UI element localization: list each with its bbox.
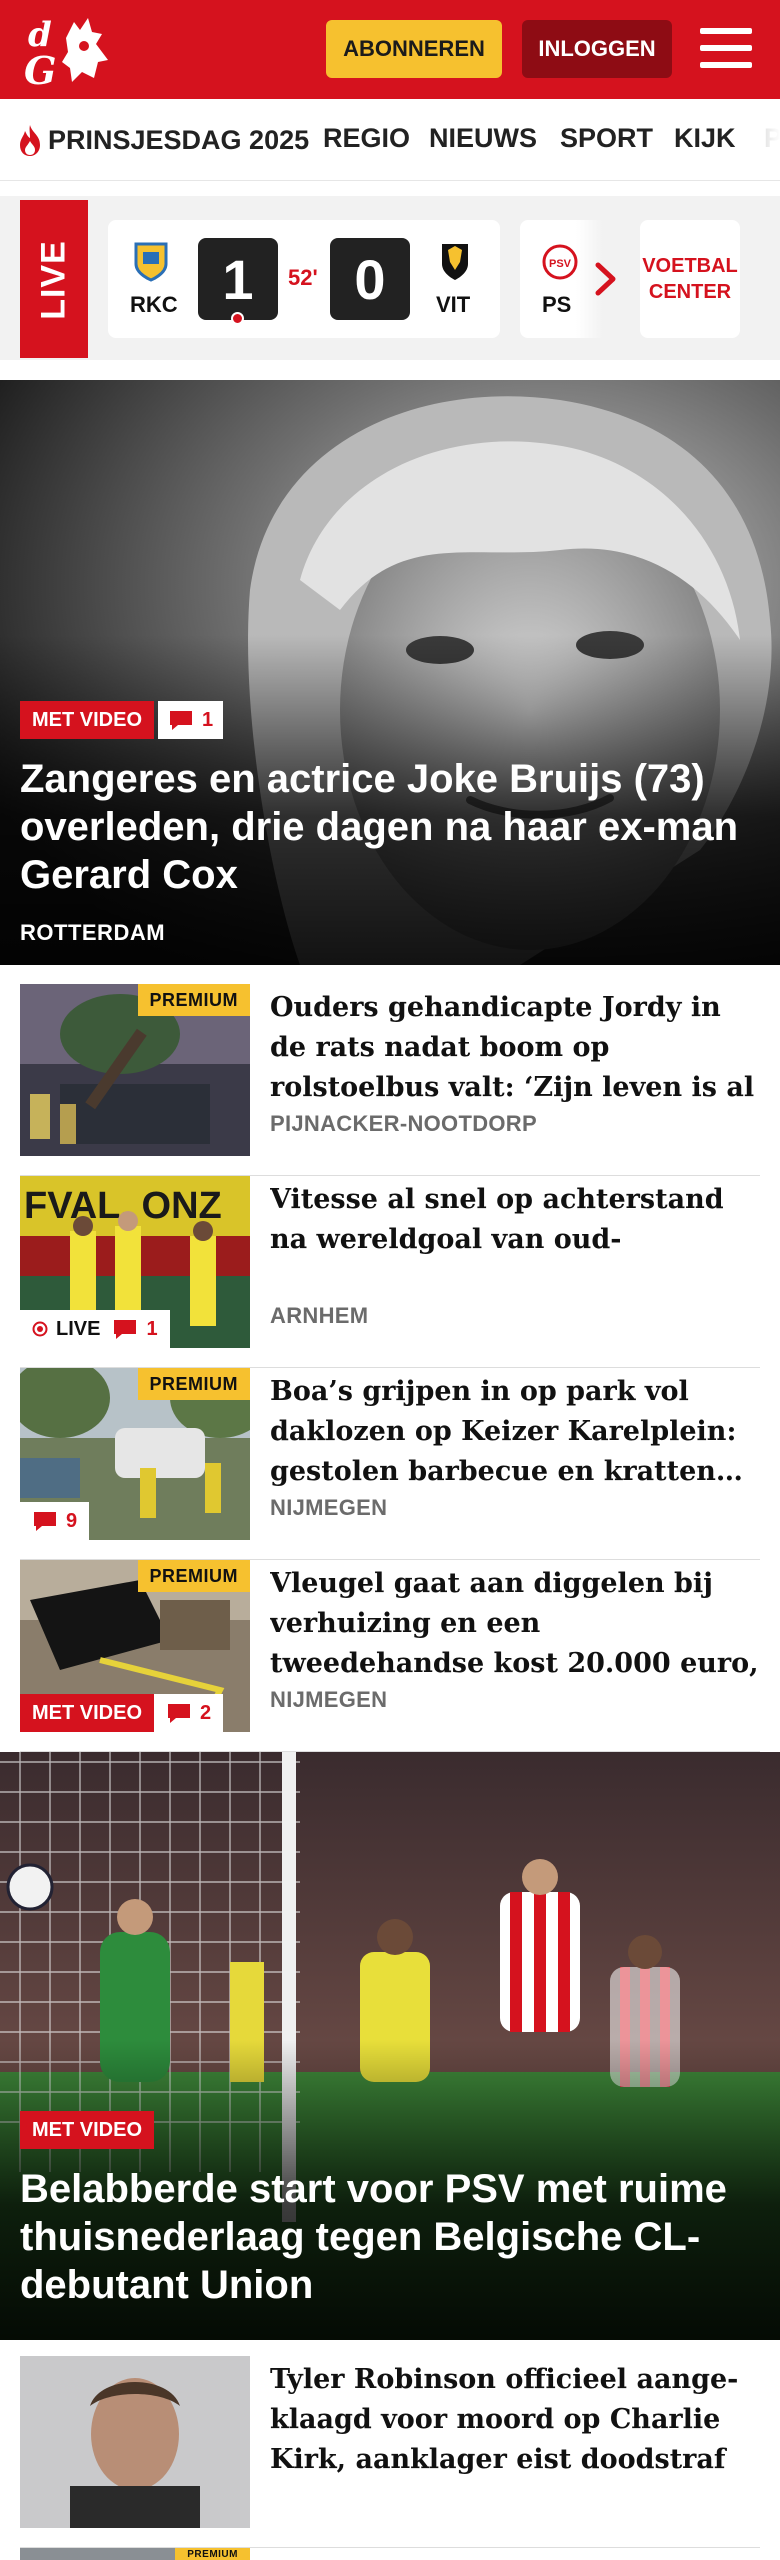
thumb-badges: 9 <box>20 1502 90 1540</box>
comment-count[interactable]: 1 <box>158 701 224 739</box>
nav-item-kijk[interactable]: KIJK <box>674 123 736 154</box>
hamburger-menu-icon[interactable] <box>700 26 752 70</box>
article-location: NIJMEGEN <box>270 1687 388 1712</box>
live-dot-icon <box>231 312 244 325</box>
club-crest-icon <box>442 244 468 280</box>
nav-label: PRINSJESDAG 2025 <box>48 124 310 155</box>
article-headline[interactable]: Vitesse al snel op achterstand na wereld… <box>270 1180 760 1260</box>
video-tag: MET VIDEO <box>20 701 155 739</box>
live-match-card[interactable]: RKC 1 52' 0 VIT <box>108 220 500 338</box>
premium-badge: PREMIUM <box>137 1560 250 1592</box>
article-location: ARNHEM <box>270 1303 369 1328</box>
comment-count-value: 1 <box>202 708 214 731</box>
article-thumbnail <box>20 2356 250 2528</box>
login-button[interactable]: INLOGGEN <box>522 20 672 78</box>
article-item[interactable]: PREMIUM Ouders gehandicapte Jordy in de … <box>20 984 760 1176</box>
premium-badge: PREMIUM <box>137 1368 250 1400</box>
svg-text:G: G <box>24 48 56 88</box>
comment-count-value: 9 <box>66 1509 78 1532</box>
nav-item-prinsjesdag[interactable]: PRINSJESDAG 2025 <box>16 123 309 157</box>
article-item[interactable]: PREMIUM MET VIDEO 2 Vleugel gaat aan dig… <box>20 1560 760 1752</box>
premium-badge: PREMIUM <box>175 2548 250 2560</box>
hero-article-2[interactable]: MET VIDEO Belabberde start voor PSV met … <box>0 1752 780 2340</box>
video-tag: MET VIDEO <box>20 2111 155 2149</box>
comment-count[interactable]: 1 <box>112 1310 170 1348</box>
club-crest-icon <box>134 242 168 282</box>
subscribe-button[interactable]: ABONNEREN <box>326 20 502 78</box>
away-score: 0 <box>330 238 410 320</box>
article-thumbnail: PREMIUM MET VIDEO 2 <box>20 1560 250 1732</box>
match-minute: 52' <box>288 265 318 290</box>
dg-logo[interactable]: d G <box>22 12 114 93</box>
premium-badge: PREMIUM <box>137 984 250 1016</box>
article-item[interactable]: PREMIUM 9 Boa’s grijpen in op park vol d… <box>20 1368 760 1560</box>
article-location: NIJMEGEN <box>270 1495 388 1520</box>
article-headline[interactable]: Boa’s grijpen in op park vol daklozen op… <box>270 1372 760 1492</box>
comment-icon <box>168 1704 191 1723</box>
nav-item-regio[interactable]: REGIO <box>323 123 410 154</box>
article-headline[interactable]: Ouders gehandicapte Jordy in de rats nad… <box>270 988 760 1108</box>
thumb-badges: LIVE 1 <box>20 1310 170 1348</box>
article-thumbnail: PREMIUM <box>20 984 250 1156</box>
voetbal-center-line1: VOETBAL <box>642 255 738 277</box>
nav-item-sport[interactable]: SPORT <box>560 123 653 154</box>
home-team-abbr: RKC <box>130 292 178 317</box>
hero-headline[interactable]: Zangeres en actrice Joke Bruijs (73) ove… <box>20 755 760 899</box>
hero-article[interactable]: MET VIDEO 1 Zangeres en actrice Joke Bru… <box>0 380 780 965</box>
voetbal-center-line2: CENTER <box>648 281 732 303</box>
article-item[interactable]: Tyler Robinson officieel aange-klaagd vo… <box>20 2356 760 2548</box>
svg-text:PSV: PSV <box>549 258 572 270</box>
article-location: PIJNACKER-NOOTDORP <box>270 1111 537 1136</box>
club-crest-icon: PSV <box>542 244 578 280</box>
article-item[interactable]: FVAL, ONZ LIVE 1 Vitesse al snel op acht… <box>20 1176 760 1368</box>
hero-location: ROTTERDAM <box>20 920 166 945</box>
live-tab[interactable]: LIVE <box>20 200 88 358</box>
live-badge: LIVE <box>20 1310 113 1348</box>
comment-icon <box>114 1320 137 1339</box>
flame-icon <box>20 125 40 156</box>
article-thumbnail: FVAL, ONZ LIVE 1 <box>20 1176 250 1348</box>
nav-fade <box>740 99 780 180</box>
comment-count[interactable]: 2 <box>154 1694 224 1732</box>
next-team-abbr: PS <box>542 292 572 317</box>
scroll-right-button[interactable] <box>576 220 636 338</box>
article-headline[interactable]: Tyler Robinson officieel aange-klaagd vo… <box>270 2360 760 2480</box>
live-dot-icon <box>32 1321 48 1337</box>
live-badge-label: LIVE <box>56 1317 101 1340</box>
article-thumbnail: PREMIUM <box>20 2548 250 2560</box>
section-nav: PRINSJESDAG 2025 REGIO NIEUWS SPORT KIJK… <box>0 99 780 181</box>
video-tag: MET VIDEO <box>20 1694 155 1732</box>
comment-count-value: 1 <box>146 1317 158 1340</box>
away-team-abbr: VIT <box>436 292 471 317</box>
comment-icon <box>34 1512 56 1531</box>
hero-headline[interactable]: Belabberde start voor PSV met ruime thui… <box>20 2165 760 2309</box>
site-header: d G ABONNEREN INLOGGEN <box>0 0 780 99</box>
nav-item-nieuws[interactable]: NIEUWS <box>429 123 537 154</box>
live-label: LIVE <box>34 240 73 320</box>
comment-count-value: 2 <box>200 1701 212 1724</box>
article-headline[interactable]: Vleugel gaat aan diggelen bij verhuizing… <box>270 1564 760 1684</box>
home-score: 1 <box>198 238 278 320</box>
article-thumbnail: PREMIUM 9 <box>20 1368 250 1540</box>
thumb-badges: MET VIDEO 2 <box>20 1694 224 1732</box>
voetbal-center-button[interactable]: VOETBAL CENTER <box>640 220 740 338</box>
comment-count[interactable]: 9 <box>20 1502 90 1540</box>
chevron-right-icon <box>595 262 616 296</box>
comment-icon <box>170 711 192 730</box>
